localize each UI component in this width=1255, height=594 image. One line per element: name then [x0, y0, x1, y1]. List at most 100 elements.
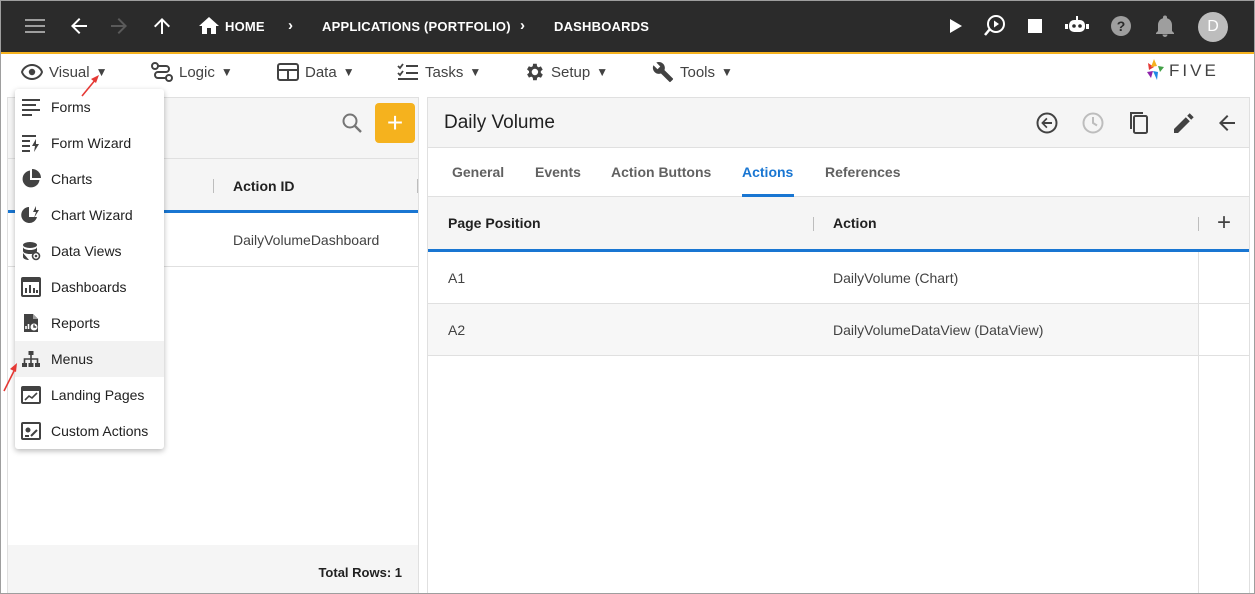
eye-icon: [21, 64, 43, 80]
breadcrumb-applications[interactable]: APPLICATIONS (PORTFOLIO): [322, 19, 511, 34]
row-stub: [1199, 252, 1249, 304]
menu-item-chart-wizard[interactable]: Chart Wizard: [15, 197, 164, 233]
menus-icon: [22, 351, 40, 367]
add-record-button[interactable]: +: [375, 103, 415, 143]
custom-actions-icon: [21, 422, 41, 440]
forward-arrow-icon[interactable]: [106, 13, 132, 39]
tasks-icon: [397, 63, 418, 80]
data-menu-label: Data: [305, 63, 337, 81]
caret-down-icon: ▼: [596, 65, 609, 79]
cell-page-position: A1: [448, 270, 466, 286]
caret-down-icon: ▼: [469, 65, 482, 79]
detail-header: Daily Volume: [428, 98, 1249, 148]
menu-item-label: Data Views: [51, 243, 122, 259]
menu-item-label: Form Wizard: [51, 135, 132, 151]
tab-action-buttons[interactable]: Action Buttons: [611, 164, 711, 180]
dashboard-icon: [21, 277, 41, 297]
breadcrumb-separator-icon: ›: [520, 17, 525, 34]
tasks-menu-label: Tasks: [425, 63, 464, 81]
setup-menu-label: Setup: [551, 63, 591, 81]
caret-down-icon: ▼: [342, 65, 355, 79]
tools-menu-label: Tools: [680, 63, 716, 81]
setup-menu-button[interactable]: Setup ▼: [523, 61, 608, 83]
column-divider: [417, 179, 418, 193]
tasks-menu-button[interactable]: Tasks ▼: [397, 61, 481, 83]
annotation-arrow-visual: [81, 75, 99, 97]
logic-menu-label: Logic: [179, 63, 215, 81]
up-arrow-icon[interactable]: [149, 13, 175, 39]
tab-references[interactable]: References: [825, 164, 901, 180]
logic-menu-button[interactable]: Logic ▼: [151, 61, 233, 83]
column-header-page-position[interactable]: Page Position: [448, 215, 541, 231]
history-icon[interactable]: [1080, 110, 1106, 136]
app-window: HOME › APPLICATIONS (PORTFOLIO) › DASHBO…: [0, 0, 1255, 594]
stop-icon[interactable]: [1022, 13, 1048, 39]
landing-pages-icon: [21, 386, 41, 404]
add-row-plus-icon[interactable]: +: [1212, 209, 1236, 236]
list-item-action-id: DailyVolumeDashboard: [233, 232, 380, 248]
page-title: Daily Volume: [444, 112, 555, 133]
column-header-action[interactable]: Action: [833, 215, 877, 231]
table-row[interactable]: A1 DailyVolume (Chart): [428, 252, 1198, 304]
tools-menu-button[interactable]: Tools ▼: [652, 61, 733, 83]
close-back-arrow-icon[interactable]: [1214, 110, 1240, 136]
menu-item-label: Menus: [51, 351, 94, 367]
bot-icon[interactable]: [1064, 13, 1090, 39]
menu-item-dashboards[interactable]: Dashboards: [15, 269, 164, 305]
menu-item-label: Chart Wizard: [51, 207, 133, 223]
home-icon[interactable]: [196, 13, 222, 39]
tab-general[interactable]: General: [452, 164, 504, 180]
reports-icon: [24, 314, 38, 332]
menu-icon[interactable]: [22, 13, 48, 39]
top-bar: HOME › APPLICATIONS (PORTFOLIO) › DASHBO…: [1, 1, 1254, 53]
breadcrumb-dashboards[interactable]: DASHBOARDS: [554, 19, 649, 34]
search-icon[interactable]: [341, 112, 363, 134]
detail-tabs: General Events Action Buttons Actions Re…: [428, 148, 1249, 197]
menu-item-reports[interactable]: Reports: [15, 305, 164, 341]
grid-column-line: [1198, 252, 1199, 593]
menu-item-label: Charts: [51, 171, 93, 187]
tools-icon: [652, 62, 674, 83]
bell-icon[interactable]: [1152, 13, 1178, 39]
caret-down-icon: ▼: [721, 65, 733, 79]
column-divider: [1198, 217, 1199, 231]
menu-item-label: Dashboards: [51, 279, 127, 295]
tab-actions[interactable]: Actions: [742, 164, 793, 180]
avatar[interactable]: D: [1198, 12, 1228, 42]
menu-item-charts[interactable]: Charts: [15, 161, 164, 197]
caret-down-icon: ▼: [220, 65, 233, 79]
menu-item-custom-actions[interactable]: Custom Actions: [15, 413, 164, 449]
actions-grid: Page Position Action + A1 DailyVolume (C…: [428, 197, 1249, 593]
column-header-action-id[interactable]: Action ID: [233, 178, 294, 194]
copy-icon[interactable]: [1126, 110, 1152, 136]
help-icon[interactable]: ?: [1108, 13, 1134, 39]
forms-icon: [22, 99, 40, 116]
menu-item-data-views[interactable]: Data Views: [15, 233, 164, 269]
svg-text:?: ?: [1117, 18, 1126, 34]
list-footer: Total Rows: 1: [8, 545, 418, 593]
visual-dropdown-menu: Forms Form Wizard Charts Chart Wizard Da…: [15, 89, 164, 449]
menu-item-form-wizard[interactable]: Form Wizard: [15, 125, 164, 161]
navigate-back-circle-icon[interactable]: [1034, 110, 1060, 136]
tab-events[interactable]: Events: [535, 164, 581, 180]
pie-chart-icon: [22, 169, 41, 188]
back-arrow-icon[interactable]: [66, 13, 92, 39]
row-stub: [1199, 304, 1249, 356]
detail-panel: Daily Volume General Events Action Butto…: [427, 97, 1250, 593]
table-row[interactable]: A2 DailyVolumeDataView (DataView): [428, 304, 1198, 356]
play-icon[interactable]: [943, 13, 969, 39]
data-menu-button[interactable]: Data ▼: [277, 61, 355, 83]
menu-item-label: Landing Pages: [51, 387, 145, 403]
five-logo: FIVE: [1147, 59, 1216, 80]
edit-pencil-icon[interactable]: [1171, 110, 1197, 136]
menu-item-menus[interactable]: Menus: [15, 341, 164, 377]
column-divider: [213, 179, 214, 193]
preview-icon[interactable]: [982, 13, 1008, 39]
menu-item-landing-pages[interactable]: Landing Pages: [15, 377, 164, 413]
breadcrumb-home[interactable]: HOME: [225, 19, 265, 34]
table-icon: [277, 63, 299, 81]
form-wizard-icon: [22, 135, 39, 152]
grid-header: Page Position Action +: [428, 197, 1249, 252]
menu-item-label: Custom Actions: [51, 423, 149, 439]
menu-item-label: Forms: [51, 99, 91, 115]
